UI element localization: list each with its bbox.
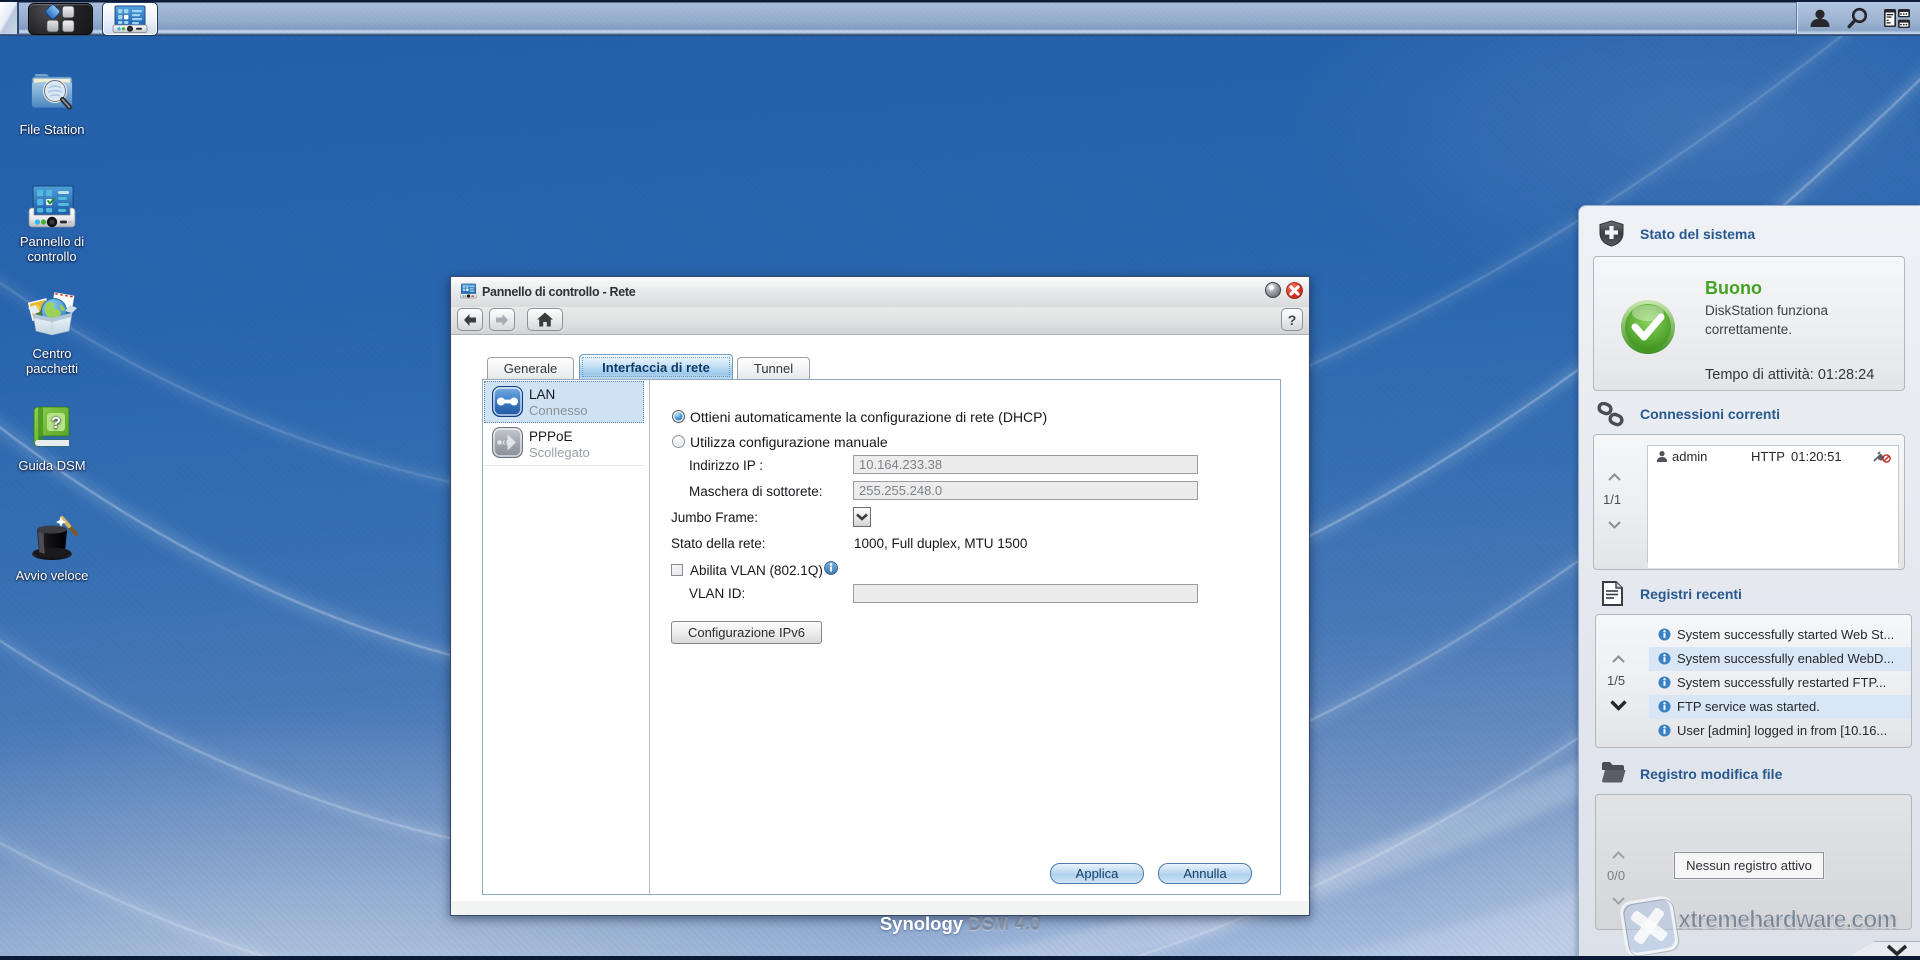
svg-text:?: ?	[51, 415, 61, 432]
